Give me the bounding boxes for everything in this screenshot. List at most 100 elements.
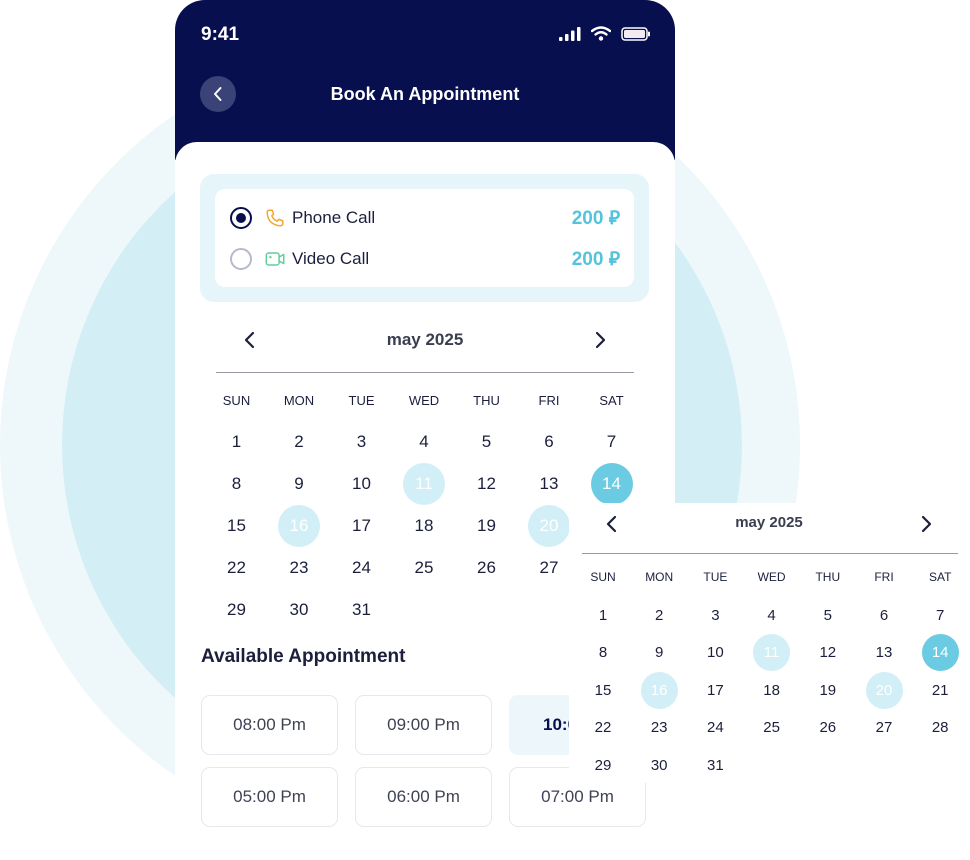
calendar-day[interactable]: 1 <box>585 597 622 634</box>
calendar-day[interactable]: 31 <box>697 747 734 784</box>
calendar-day[interactable]: 22 <box>216 547 258 589</box>
wifi-icon <box>591 26 611 41</box>
radio-video-call[interactable] <box>230 248 252 270</box>
calendar-day[interactable]: 8 <box>585 634 622 671</box>
calendar-day[interactable]: 19 <box>466 505 508 547</box>
calendar-day[interactable]: 11 <box>403 463 445 505</box>
calendar-day[interactable]: 12 <box>466 463 508 505</box>
calendar-day[interactable]: 9 <box>641 634 678 671</box>
calendar-day[interactable]: 8 <box>216 463 258 505</box>
chevron-left-icon <box>606 515 617 533</box>
calendar-day[interactable]: 30 <box>278 589 320 631</box>
calendar-day[interactable]: 1 <box>216 421 258 463</box>
calendar-day[interactable]: 26 <box>466 547 508 589</box>
signal-icon <box>559 26 581 41</box>
option-label: Video Call <box>292 249 370 268</box>
calendar-day[interactable]: 16 <box>278 505 320 547</box>
available-appointments-title: Available Appointment <box>201 646 406 667</box>
status-time: 9:41 <box>201 24 240 45</box>
calendar-day[interactable]: 7 <box>922 597 959 634</box>
time-slot[interactable]: 08:00 Pm <box>201 695 338 755</box>
calendar-day[interactable]: 23 <box>641 709 678 746</box>
calendar-day[interactable]: 28 <box>922 709 959 746</box>
calendar-day[interactable]: 15 <box>216 505 258 547</box>
chevron-right-icon <box>595 331 606 349</box>
calendar-day[interactable]: 7 <box>591 421 633 463</box>
next-month-button[interactable] <box>919 515 933 538</box>
calendar-day[interactable]: 24 <box>697 709 734 746</box>
calendar-day[interactable]: 29 <box>585 747 622 784</box>
appointment-type-panel: Phone Call 200 ⃁ Video Call 200 ⃁ <box>200 174 649 302</box>
calendar-day[interactable]: 11 <box>753 634 791 671</box>
weekday-label: WED <box>408 393 440 408</box>
weekday-label: MON <box>283 393 315 408</box>
weekday-label: THU <box>473 393 500 408</box>
weekday-label: SUN <box>222 393 251 408</box>
calendar-day[interactable]: 31 <box>341 589 383 631</box>
prev-month-button[interactable] <box>605 515 619 538</box>
calendar-day[interactable]: 20 <box>528 505 570 547</box>
calendar-day[interactable]: 13 <box>528 463 570 505</box>
weekday-label: FRI <box>874 570 894 584</box>
option-phone-call[interactable]: Phone Call 200 ⃁ <box>230 203 620 233</box>
calendar-day[interactable]: 5 <box>809 597 846 634</box>
calendar-divider <box>582 553 958 554</box>
calendar-day[interactable]: 18 <box>403 505 445 547</box>
calendar-day[interactable]: 3 <box>341 421 383 463</box>
option-video-call[interactable]: Video Call 200 ⃁ <box>230 244 620 274</box>
calendar-day[interactable]: 22 <box>585 709 622 746</box>
calendar-day[interactable]: 18 <box>753 672 790 709</box>
calendar-day[interactable]: 25 <box>753 709 790 746</box>
calendar-day[interactable]: 27 <box>866 709 903 746</box>
calendar-month-label: may 2025 <box>735 514 803 531</box>
calendar-day[interactable]: 10 <box>697 634 734 671</box>
calendar-day[interactable]: 10 <box>341 463 383 505</box>
calendar-day[interactable]: 4 <box>403 421 445 463</box>
calendar-month-label: may 2025 <box>386 330 464 349</box>
calendar-day[interactable]: 16 <box>640 671 678 709</box>
weekday-label: TUE <box>703 570 728 584</box>
calendar-day[interactable]: 6 <box>866 597 903 634</box>
calendar-day[interactable]: 29 <box>216 589 258 631</box>
calendar-day[interactable]: 9 <box>278 463 320 505</box>
calendar-popup: may 2025 SUN MON TUE WED THU FRI SAT 1 2 3 4 5 6 7 8 9 10… <box>569 503 970 783</box>
option-label: Phone Call <box>292 208 376 227</box>
prev-month-button[interactable] <box>243 331 257 354</box>
calendar-day[interactable]: 2 <box>278 421 320 463</box>
time-slot[interactable]: 06:00 Pm <box>355 767 492 827</box>
calendar-day[interactable]: 6 <box>528 421 570 463</box>
calendar-day[interactable]: 14 <box>590 463 633 505</box>
weekday-label: TUE <box>348 393 375 408</box>
calendar-day[interactable]: 26 <box>809 709 846 746</box>
option-price: 200 ⃁ <box>571 249 620 270</box>
calendar-day[interactable]: 17 <box>697 672 734 709</box>
calendar-day[interactable]: 24 <box>341 547 383 589</box>
weekday-label: WED <box>757 570 786 584</box>
time-slot[interactable]: 05:00 Pm <box>201 767 338 827</box>
page-title: Book An Appointment <box>330 84 520 104</box>
calendar-day[interactable]: 25 <box>403 547 445 589</box>
calendar-day[interactable]: 12 <box>809 634 846 671</box>
calendar-day[interactable]: 30 <box>641 747 678 784</box>
calendar-day[interactable]: 15 <box>585 672 622 709</box>
calendar-day[interactable]: 2 <box>641 597 678 634</box>
calendar-day[interactable]: 3 <box>697 597 734 634</box>
calendar-day[interactable]: 4 <box>753 597 790 634</box>
calendar-day[interactable]: 21 <box>922 672 959 709</box>
calendar-day[interactable]: 14 <box>921 634 959 671</box>
calendar-divider <box>216 372 634 373</box>
weekday-label: SAT <box>928 570 952 584</box>
phone-icon <box>266 209 284 227</box>
next-month-button[interactable] <box>593 331 607 354</box>
calendar-day[interactable]: 23 <box>278 547 320 589</box>
calendar-day[interactable]: 17 <box>341 505 383 547</box>
calendar-day[interactable]: 19 <box>809 672 846 709</box>
time-slot[interactable]: 09:00 Pm <box>355 695 492 755</box>
calendar-day[interactable]: 13 <box>866 634 903 671</box>
calendar-day[interactable]: 5 <box>466 421 508 463</box>
option-price: 200 ⃁ <box>571 208 620 229</box>
calendar-day[interactable]: 20 <box>865 671 903 709</box>
radio-phone-call[interactable] <box>230 207 252 229</box>
chevron-left-icon <box>244 331 255 349</box>
calendar-day[interactable]: 27 <box>528 547 570 589</box>
